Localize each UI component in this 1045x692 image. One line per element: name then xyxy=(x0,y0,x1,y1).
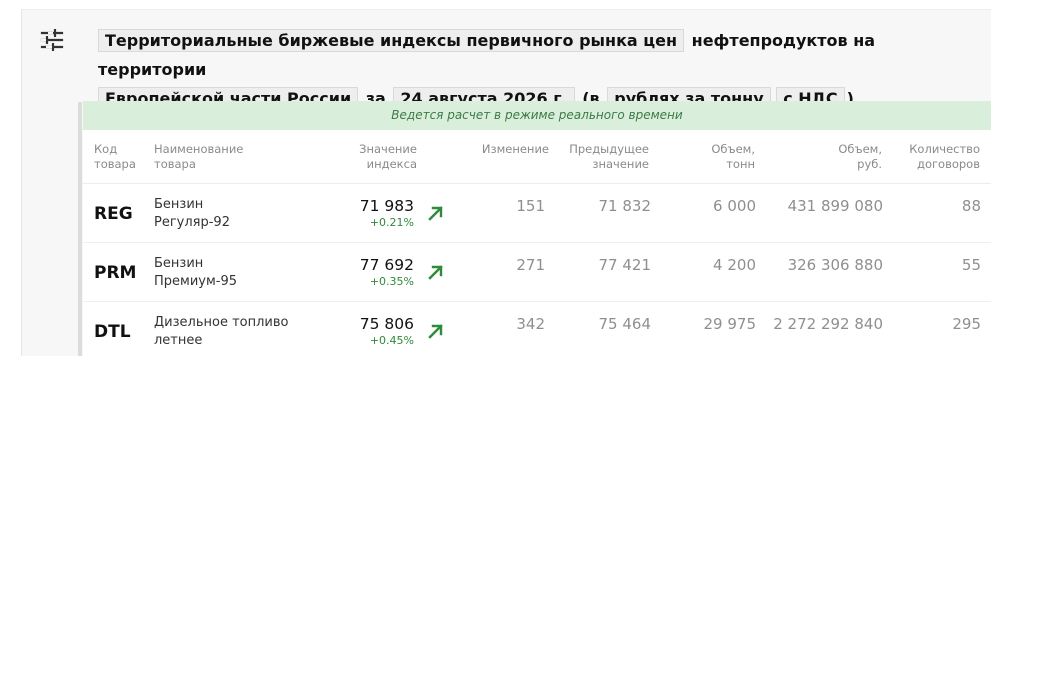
indices-table: Код товара Наименование товара Значение … xyxy=(83,130,991,356)
contracts-count: 295 xyxy=(952,315,981,333)
index-percent: +0.21% xyxy=(369,216,414,229)
change-value: 151 xyxy=(516,197,545,215)
product-name: Бензин Премиум-95 xyxy=(154,256,238,289)
prev-value: 77 421 xyxy=(598,256,652,274)
volume-tons: 4 200 xyxy=(713,256,756,274)
page-title: Территориальные биржевые индексы первичн… xyxy=(98,26,978,113)
index-cell: 77 692 +0.35% xyxy=(360,255,414,289)
volume-tons: 6 000 xyxy=(713,197,756,215)
left-accent-bar xyxy=(78,102,82,356)
index-value: 71 983 xyxy=(359,197,414,215)
arrow-up-right-icon xyxy=(428,324,443,339)
volume-rub: 326 306 880 xyxy=(787,256,883,274)
volume-tons: 29 975 xyxy=(703,315,757,333)
index-cell: 75 806 +0.45% xyxy=(360,314,414,348)
filter-button[interactable] xyxy=(36,24,68,56)
col-prev: Предыдущее значение xyxy=(569,142,649,171)
realtime-banner: Ведется расчет в режиме реального времен… xyxy=(83,101,991,130)
col-code: Код товара xyxy=(94,142,136,171)
col-name: Наименование товара xyxy=(154,142,244,171)
table-row[interactable]: PRM Бензин Премиум-95 77 692 +0.35% 271 … xyxy=(83,243,991,302)
product-code: REG xyxy=(94,204,133,224)
product-code: PRM xyxy=(94,263,137,283)
index-percent: +0.35% xyxy=(369,275,414,288)
sliders-icon xyxy=(40,29,64,51)
col-change: Изменение xyxy=(481,142,549,156)
change-value: 342 xyxy=(516,315,545,333)
prev-value: 71 832 xyxy=(598,197,652,215)
contracts-count: 88 xyxy=(961,197,981,215)
arrow-up-right-icon xyxy=(428,206,443,221)
col-volume-rub: Объем, руб. xyxy=(838,142,882,171)
table-row[interactable]: DTL Дизельное топливо летнее 75 806 +0.4… xyxy=(83,302,991,360)
arrow-up-right-icon xyxy=(428,265,443,280)
col-volume-tons: Объем, тонн xyxy=(711,142,755,171)
col-index: Значение индекса xyxy=(359,142,417,171)
product-name: Дизельное топливо летнее xyxy=(154,315,289,348)
product-code: DTL xyxy=(94,322,131,342)
col-contracts: Количество договоров xyxy=(909,142,980,171)
table-header: Код товара Наименование товара Значение … xyxy=(83,130,991,184)
index-value: 77 692 xyxy=(359,256,414,274)
volume-rub: 2 272 292 840 xyxy=(773,315,883,333)
index-percent: +0.45% xyxy=(369,334,414,347)
index-cell: 71 983 +0.21% xyxy=(360,196,414,230)
volume-rub: 431 899 080 xyxy=(787,197,883,215)
product-name: Бензин Регуляр-92 xyxy=(154,197,230,230)
change-value: 271 xyxy=(516,256,545,274)
indices-widget: Территориальные биржевые индексы первичн… xyxy=(21,9,991,356)
index-type-selector[interactable]: Территориальные биржевые индексы первичн… xyxy=(98,29,685,52)
prev-value: 75 464 xyxy=(598,315,652,333)
index-value: 75 806 xyxy=(359,315,414,333)
contracts-count: 55 xyxy=(961,256,981,274)
table-row[interactable]: REG Бензин Регуляр-92 71 983 +0.21% 151 … xyxy=(83,184,991,243)
